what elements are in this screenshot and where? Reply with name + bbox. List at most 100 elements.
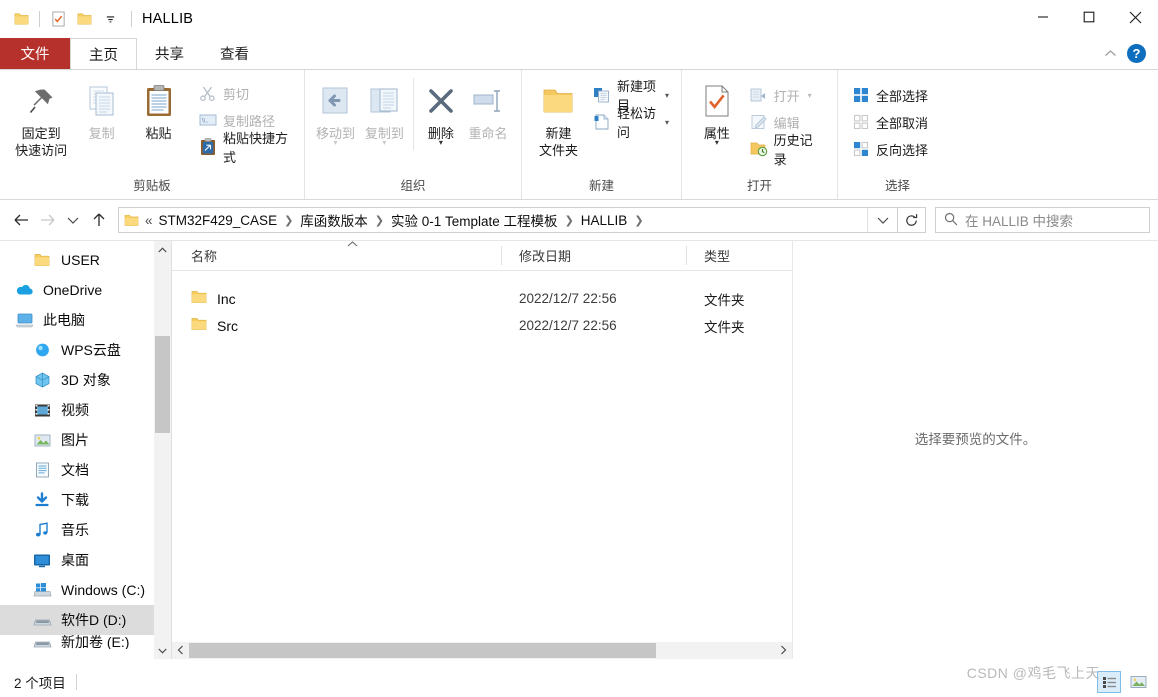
maximize-button[interactable] [1066,0,1112,34]
cut-button[interactable]: 剪切 [195,81,295,105]
breadcrumb-chevron-1-icon[interactable]: ❯ [371,214,388,227]
select-none-button[interactable]: 全部取消 [848,110,931,134]
address-bar: « STM32F429_CASE ❯ 库函数版本 ❯ 实验 0-1 Templa… [0,200,1158,240]
easy-access-button[interactable]: 轻松访问 ▾ [589,106,672,140]
breadcrumb-item-1[interactable]: 库函数版本 [297,210,371,230]
nav-item-3d-objects[interactable]: 3D 对象 [0,365,171,395]
open-button[interactable]: 打开 ▾ [746,83,828,107]
address-input[interactable]: « STM32F429_CASE ❯ 库函数版本 ❯ 实验 0-1 Templa… [118,207,898,233]
nav-item-windows-c[interactable]: Windows (C:) [0,575,171,605]
new-folder-button[interactable]: 新建 文件夹 [534,78,583,159]
breadcrumb-item-0[interactable]: STM32F429_CASE [156,213,281,228]
collapse-ribbon-chevron-up-icon[interactable] [1104,45,1117,63]
pin-to-quick-access-button[interactable]: 固定到 快速访问 [9,78,73,159]
paste-button[interactable]: 粘贴 [130,78,187,142]
nav-scroll-up-icon[interactable] [154,241,171,258]
rename-button[interactable]: 重命名 [464,78,512,142]
refresh-button[interactable] [898,207,926,233]
delete-dropdown-icon[interactable]: ▾ [439,139,443,147]
hscroll-right-icon[interactable] [775,645,792,657]
nav-item-music[interactable]: 音乐 [0,515,171,545]
close-button[interactable] [1112,0,1158,34]
breadcrumb-overflow[interactable]: « [143,213,156,228]
search-input[interactable]: 在 HALLIB 中搜索 [965,210,1073,230]
nav-item-videos[interactable]: 视频 [0,395,171,425]
nav-item-downloads[interactable]: 下载 [0,485,171,515]
edit-label: 编辑 [773,115,800,131]
new-item-icon [592,85,612,105]
delete-button[interactable]: 删除 ▾ [418,78,464,147]
nav-item-drive-d[interactable]: 软件D (D:) [0,605,171,635]
nav-label: 软件D (D:) [61,612,127,628]
move-to-dropdown-icon[interactable]: ▾ [333,139,337,147]
properties-quick-icon[interactable] [45,6,71,32]
properties-icon [703,80,731,122]
back-button[interactable] [8,205,34,235]
properties-button[interactable]: 属性 ▾ [694,78,740,147]
column-header-name[interactable]: 名称 [172,241,502,270]
new-item-dropdown-icon[interactable]: ▾ [665,91,669,100]
move-to-button[interactable]: 移动到 ▾ [311,78,360,147]
copy-to-button[interactable]: 复制到 ▾ [360,78,409,147]
nav-item-pictures[interactable]: 图片 [0,425,171,455]
clipboard-group-title: 剪贴板 [133,179,171,193]
nav-item-onedrive[interactable]: OneDrive [0,275,171,305]
file-name: Src [217,317,238,334]
nav-item-drive-e[interactable]: 新加卷 (E:) [0,635,171,649]
ribbon-group-organize: 移动到 ▾ 复制到 ▾ 删除 ▾ 重命名 组织 [304,70,521,199]
file-list-horizontal-scrollbar[interactable] [172,642,792,659]
tab-view[interactable]: 查看 [202,38,267,69]
forward-button[interactable] [34,205,60,235]
column-header-date-modified[interactable]: 修改日期 [502,241,687,270]
nav-item-desktop[interactable]: 桌面 [0,545,171,575]
breadcrumb-chevron-0-icon[interactable]: ❯ [280,214,297,227]
select-small-buttons: 全部选择 全部取消 反向选择 [848,78,931,161]
invert-selection-button[interactable]: 反向选择 [848,137,931,161]
easy-access-dropdown-icon[interactable]: ▾ [665,118,669,127]
breadcrumb-chevron-2-icon[interactable]: ❯ [561,214,578,227]
column-header-type[interactable]: 类型 [687,241,792,270]
ribbon: 固定到 快速访问 复制 粘贴 剪切 \\.. 复制路径 粘贴快捷方式 剪贴板 移… [0,69,1158,200]
easy-access-label: 轻松访问 [616,106,656,140]
select-all-button[interactable]: 全部选择 [848,83,931,107]
table-row[interactable]: Src 2022/12/7 22:56 文件夹 [172,312,792,339]
nav-label: Windows (C:) [61,582,146,598]
nav-item-documents[interactable]: 文档 [0,455,171,485]
system-menu-folder-icon[interactable] [8,6,34,32]
breadcrumb-chevron-3-icon[interactable]: ❯ [630,214,647,227]
nav-scroll-thumb[interactable] [155,336,170,433]
details-view-button[interactable] [1097,671,1121,693]
tab-home[interactable]: 主页 [70,38,137,69]
copy-to-dropdown-icon[interactable]: ▾ [382,139,386,147]
large-icons-view-button[interactable] [1126,671,1150,693]
customize-qat-dropdown-icon[interactable] [97,6,123,32]
nav-item-this-pc[interactable]: 此电脑 [0,305,171,335]
tab-file[interactable]: 文件 [0,38,70,69]
open-dropdown-icon[interactable]: ▾ [808,91,812,100]
nav-pane-scrollbar[interactable] [154,241,171,659]
recent-locations-button[interactable] [60,205,86,235]
breadcrumb-item-3[interactable]: HALLIB [578,213,631,228]
copy-button[interactable]: 复制 [73,78,130,142]
help-button[interactable]: ? [1127,44,1146,63]
status-divider [75,674,77,690]
search-box[interactable]: 在 HALLIB 中搜索 [935,207,1150,233]
nav-scroll-down-icon[interactable] [154,642,171,659]
breadcrumb-item-2[interactable]: 实验 0-1 Template 工程模板 [388,210,561,230]
nav-item-user[interactable]: USER [0,245,171,275]
onedrive-icon [14,283,34,297]
properties-dropdown-icon[interactable]: ▾ [715,139,719,147]
new-folder-quick-icon[interactable] [71,6,97,32]
hscroll-thumb[interactable] [189,643,656,658]
hscroll-left-icon[interactable] [172,645,189,657]
paste-shortcut-button[interactable]: 粘贴快捷方式 [195,131,295,165]
up-button[interactable] [86,205,112,235]
minimize-button[interactable] [1020,0,1066,34]
paste-shortcut-icon [198,137,218,157]
file-type-cell: 文件夹 [704,319,745,335]
nav-item-wps-cloud[interactable]: WPS云盘 [0,335,171,365]
tab-share[interactable]: 共享 [137,38,202,69]
address-dropdown-icon[interactable] [867,208,897,232]
history-button[interactable]: 历史记录 [746,133,828,167]
table-row[interactable]: Inc 2022/12/7 22:56 文件夹 [172,285,792,312]
